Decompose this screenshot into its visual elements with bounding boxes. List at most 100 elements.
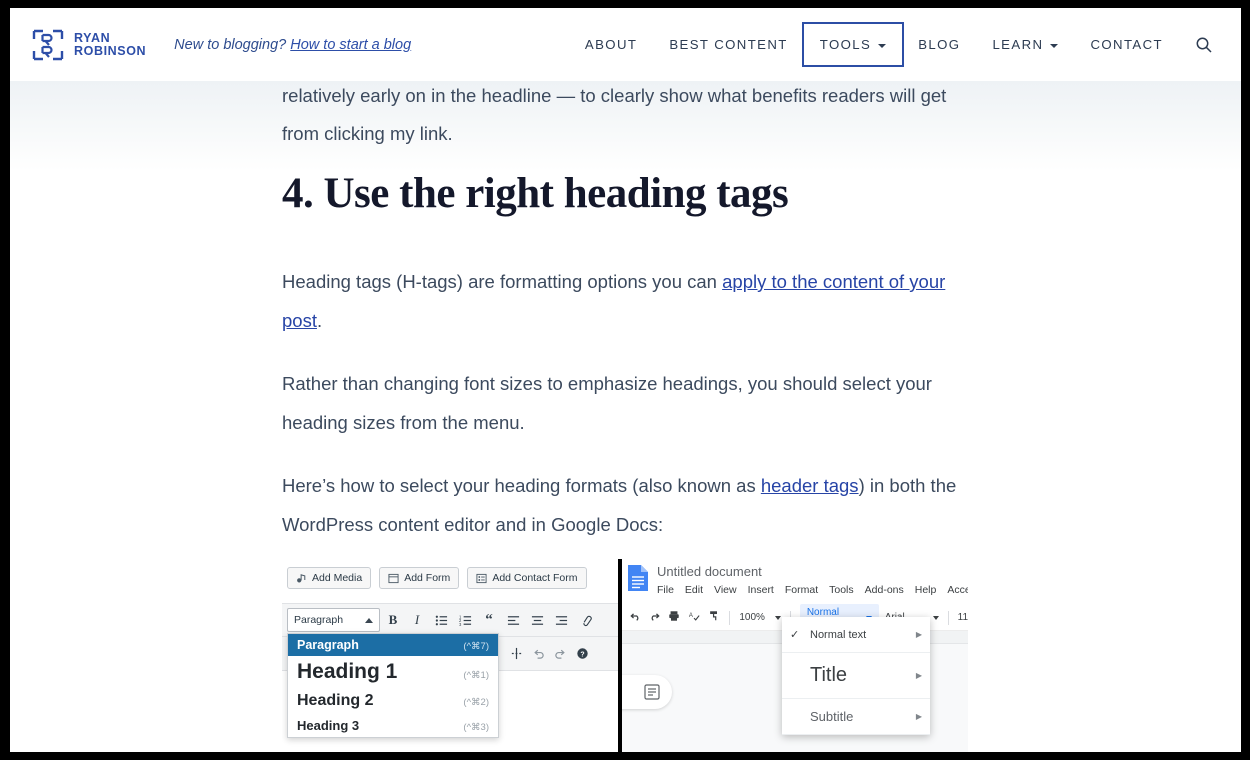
paragraph-3: Here’s how to select your heading format…: [282, 467, 972, 544]
chevron-down-icon: [933, 616, 939, 620]
chevron-down-icon: [1050, 44, 1058, 48]
nav-label: BEST CONTENT: [669, 37, 787, 52]
zoom-value: 100%: [739, 612, 765, 623]
nav-item-learn[interactable]: LEARN: [976, 24, 1074, 65]
toolbar-divider: [729, 611, 730, 625]
document-title[interactable]: Untitled document: [657, 564, 762, 579]
brand-line-2: ROBINSON: [74, 45, 146, 58]
spellcheck-icon[interactable]: A: [687, 610, 701, 625]
option-shortcut: (^⌘3): [463, 722, 489, 733]
undo-icon[interactable]: [527, 642, 549, 666]
dropdown-option-paragraph[interactable]: Paragraph (^⌘7): [288, 634, 498, 656]
nav-label: LEARN: [992, 37, 1043, 52]
brand-line-1: RYAN: [74, 32, 146, 45]
browser-page: RYAN ROBINSON New to blogging? How to st…: [10, 8, 1241, 752]
dropdown-option-subtitle[interactable]: Subtitle ▶: [782, 699, 930, 735]
document-outline-icon[interactable]: [622, 675, 672, 709]
article-body: relatively early on in the headline — to…: [10, 81, 1241, 752]
add-form-button[interactable]: Add Form: [379, 567, 459, 589]
svg-text:A: A: [689, 613, 693, 619]
double-r-logo-icon: [31, 28, 65, 62]
embedded-screenshot: Add Media Add Form Add Contact Form: [282, 559, 968, 752]
italic-icon[interactable]: I: [406, 608, 428, 632]
align-center-icon[interactable]: [526, 608, 548, 632]
site-header: RYAN ROBINSON New to blogging? How to st…: [10, 8, 1241, 81]
blockquote-icon[interactable]: “: [478, 608, 500, 632]
svg-text:?: ?: [580, 651, 584, 658]
dropdown-option-normal-text[interactable]: ✓ Normal text ▶: [782, 617, 930, 653]
search-icon[interactable]: [1193, 34, 1215, 56]
add-media-button[interactable]: Add Media: [287, 567, 371, 589]
svg-text:3: 3: [459, 622, 462, 627]
menu-item-view[interactable]: View: [714, 584, 737, 596]
menu-item-edit[interactable]: Edit: [685, 584, 703, 596]
zoom-select[interactable]: 100%: [739, 612, 781, 623]
align-left-icon[interactable]: [502, 608, 524, 632]
brand-name: RYAN ROBINSON: [74, 32, 146, 58]
media-icon: [296, 573, 307, 584]
chevron-right-icon: ▶: [916, 671, 922, 680]
paragraph-format-select[interactable]: Paragraph: [287, 608, 380, 632]
option-shortcut: (^⌘1): [463, 670, 489, 681]
embedded-screenshot-inner: Add Media Add Form Add Contact Form: [282, 559, 968, 752]
google-docs-icon: [628, 565, 648, 591]
option-shortcut: (^⌘2): [463, 697, 489, 708]
option-label: Heading 3: [297, 718, 359, 733]
chevron-right-icon: ▶: [916, 712, 922, 721]
paragraph-2: Rather than changing font sizes to empha…: [282, 365, 972, 442]
menu-item-file[interactable]: File: [657, 584, 674, 596]
nav-item-about[interactable]: ABOUT: [569, 24, 653, 65]
menu-item-help[interactable]: Help: [915, 584, 937, 596]
header-tags-link[interactable]: header tags: [761, 475, 859, 496]
dropdown-option-heading-1[interactable]: Heading 1 (^⌘1): [288, 656, 498, 688]
menu-item-addons[interactable]: Add-ons: [865, 584, 904, 596]
nav-label: BLOG: [918, 37, 960, 52]
link-icon[interactable]: [574, 608, 596, 632]
redo-icon[interactable]: [549, 642, 571, 666]
main-nav: ABOUT BEST CONTENT TOOLS BLOG LEARN CONT…: [569, 24, 1221, 65]
add-form-label: Add Form: [404, 572, 450, 584]
screenshot-frame: RYAN ROBINSON New to blogging? How to st…: [0, 0, 1250, 760]
redo-icon[interactable]: [648, 610, 662, 625]
google-docs-panel: Untitled document File Edit View Insert …: [622, 559, 968, 752]
menu-item-accessibility[interactable]: Acces: [947, 584, 968, 596]
google-docs-style-dropdown: ✓ Normal text ▶ Title ▶ Subtitle ▶: [782, 617, 930, 735]
align-right-icon[interactable]: [550, 608, 572, 632]
wordpress-media-buttons: Add Media Add Form Add Contact Form: [282, 567, 587, 589]
help-icon[interactable]: ?: [571, 642, 593, 666]
font-size-value[interactable]: 11: [958, 612, 968, 623]
check-icon: ✓: [790, 628, 806, 641]
chevron-down-icon: [775, 616, 781, 620]
bulleted-list-icon[interactable]: [430, 608, 452, 632]
dropdown-option-title[interactable]: Title ▶: [782, 653, 930, 699]
nav-item-best-content[interactable]: BEST CONTENT: [653, 24, 803, 65]
nav-label: CONTACT: [1090, 37, 1163, 52]
nav-item-blog[interactable]: BLOG: [902, 24, 976, 65]
add-media-label: Add Media: [312, 572, 362, 584]
option-label: Subtitle: [806, 709, 916, 724]
option-label: Heading 2: [297, 692, 373, 710]
undo-icon[interactable]: [628, 610, 642, 625]
nav-label: ABOUT: [585, 37, 637, 52]
menu-item-format[interactable]: Format: [785, 584, 818, 596]
google-docs-menubar: File Edit View Insert Format Tools Add-o…: [657, 584, 968, 596]
tagline: New to blogging? How to start a blog: [174, 37, 411, 53]
add-contact-form-button[interactable]: Add Contact Form: [467, 567, 586, 589]
print-icon[interactable]: [667, 610, 681, 625]
nav-item-contact[interactable]: CONTACT: [1074, 24, 1179, 65]
nav-item-tools[interactable]: TOOLS: [804, 24, 902, 65]
dropdown-option-heading-3[interactable]: Heading 3 (^⌘3): [288, 714, 498, 737]
menu-item-insert[interactable]: Insert: [748, 584, 774, 596]
paragraph-1-tail: .: [317, 310, 322, 331]
menu-item-tools[interactable]: Tools: [829, 584, 854, 596]
bold-icon[interactable]: B: [382, 608, 404, 632]
clipped-paragraph: relatively early on in the headline — to…: [282, 77, 972, 153]
paint-format-icon[interactable]: [707, 610, 721, 625]
insert-more-icon[interactable]: [505, 642, 527, 666]
contact-form-icon: [476, 573, 487, 584]
site-logo[interactable]: RYAN ROBINSON: [31, 28, 146, 62]
dropdown-option-heading-2[interactable]: Heading 2 (^⌘2): [288, 688, 498, 714]
how-to-start-a-blog-link[interactable]: How to start a blog: [290, 37, 411, 53]
numbered-list-icon[interactable]: 123: [454, 608, 476, 632]
toolbar-divider: [948, 611, 949, 625]
